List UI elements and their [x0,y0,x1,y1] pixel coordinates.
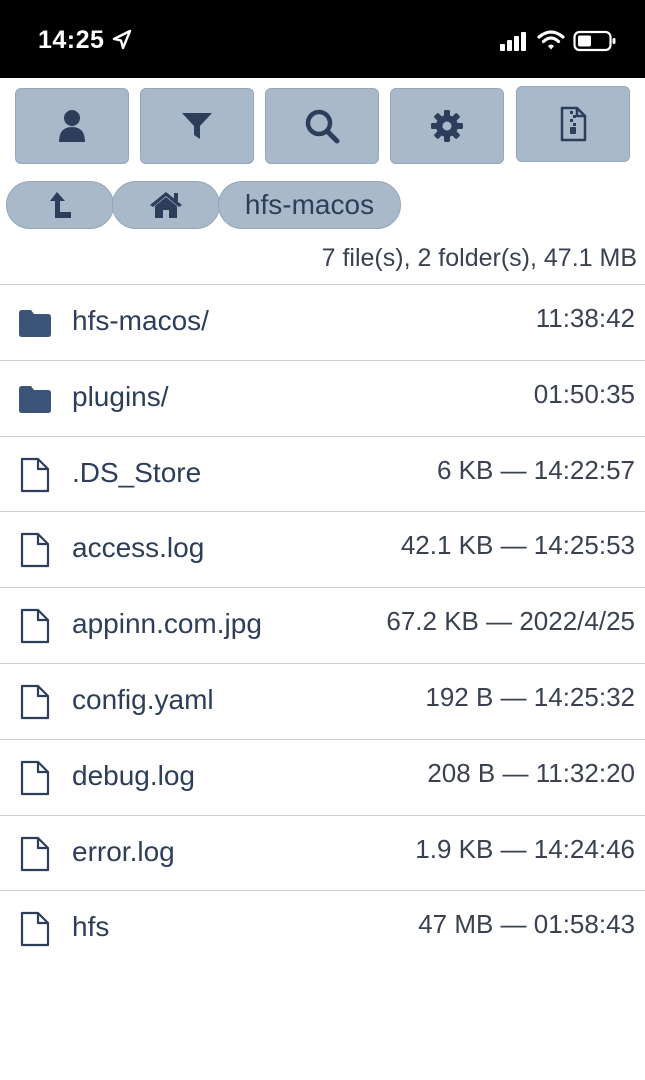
entry-name-link[interactable]: appinn.com.jpg [72,608,262,640]
file-icon [18,684,52,720]
entry-meta: 67.2 KB — 2022/4/25 [386,606,635,637]
location-arrow-icon [112,29,132,50]
home-icon [150,192,182,218]
folder-row[interactable]: hfs-macos/11:38:42 [0,284,645,360]
entry-meta: 47 MB — 01:58:43 [418,909,635,940]
battery-icon [573,30,616,52]
up-arrow-icon [50,192,71,218]
search-icon [305,109,340,144]
file-icon [18,608,52,644]
entry-meta: 1.9 KB — 14:24:46 [415,833,635,864]
download-zip-button[interactable] [516,86,630,162]
entry-meta: 208 B — 11:32:20 [427,757,635,788]
file-icon [18,457,52,493]
entry-meta: 01:50:35 [533,378,635,409]
file-icon [18,760,52,796]
file-row[interactable]: .DS_Store 6 KB — 14:22:57 [0,435,645,512]
filter-button[interactable] [140,88,254,164]
zip-archive-icon [560,106,587,142]
user-icon [59,110,85,142]
file-icon [18,532,52,568]
breadcrumb-current-label: hfs-macos [244,189,375,220]
file-row[interactable]: access.log 42.1 KB — 14:25:53 [0,511,645,587]
wifi-icon [537,30,565,50]
entry-meta: 11:38:42 [535,303,635,333]
entry-name-link[interactable]: debug.log [72,760,195,792]
folder-icon [18,305,52,341]
status-time: 14:25 [38,26,105,54]
entry-name-link[interactable]: .DS_Store [72,457,201,489]
entry-meta: 6 KB — 14:22:57 [436,454,635,485]
file-row[interactable]: hfs 47 MB — 01:58:43 [0,890,645,966]
file-row[interactable]: config.yaml 192 B — 14:25:32 [0,663,645,739]
breadcrumb-current-folder[interactable]: hfs-macos [218,181,401,229]
entry-name-link[interactable]: plugins/ [72,381,169,413]
parent-folder-button[interactable] [6,181,114,229]
status-bar: 14:25 [0,0,645,78]
entry-name-link[interactable]: hfs-macos/ [72,305,209,337]
entry-name-link[interactable]: access.log [72,532,204,564]
cellular-signal-icon [500,32,526,51]
search-button[interactable] [265,88,379,164]
folder-summary: 7 file(s), 2 folder(s), 47.1 MB [321,244,637,272]
file-row[interactable]: appinn.com.jpg 67.2 KB — 2022/4/25 [0,587,645,663]
file-icon [18,911,52,947]
gear-icon [431,110,463,142]
settings-button[interactable] [390,88,504,164]
entry-name-link[interactable]: config.yaml [72,684,214,716]
filter-icon [182,113,212,139]
folder-icon [18,381,52,417]
entry-name-link[interactable]: error.log [72,836,175,868]
file-icon [18,836,52,872]
entry-meta: 192 B — 14:25:32 [425,682,635,712]
user-button[interactable] [15,88,129,164]
file-row[interactable]: debug.log 208 B — 11:32:20 [0,738,645,815]
entry-meta: 42.1 KB — 14:25:53 [400,530,635,561]
entry-name-link[interactable]: hfs [72,911,109,943]
home-button[interactable] [112,181,220,229]
folder-row[interactable]: plugins/01:50:35 [0,359,645,436]
file-row[interactable]: error.log 1.9 KB — 14:24:46 [0,814,645,891]
